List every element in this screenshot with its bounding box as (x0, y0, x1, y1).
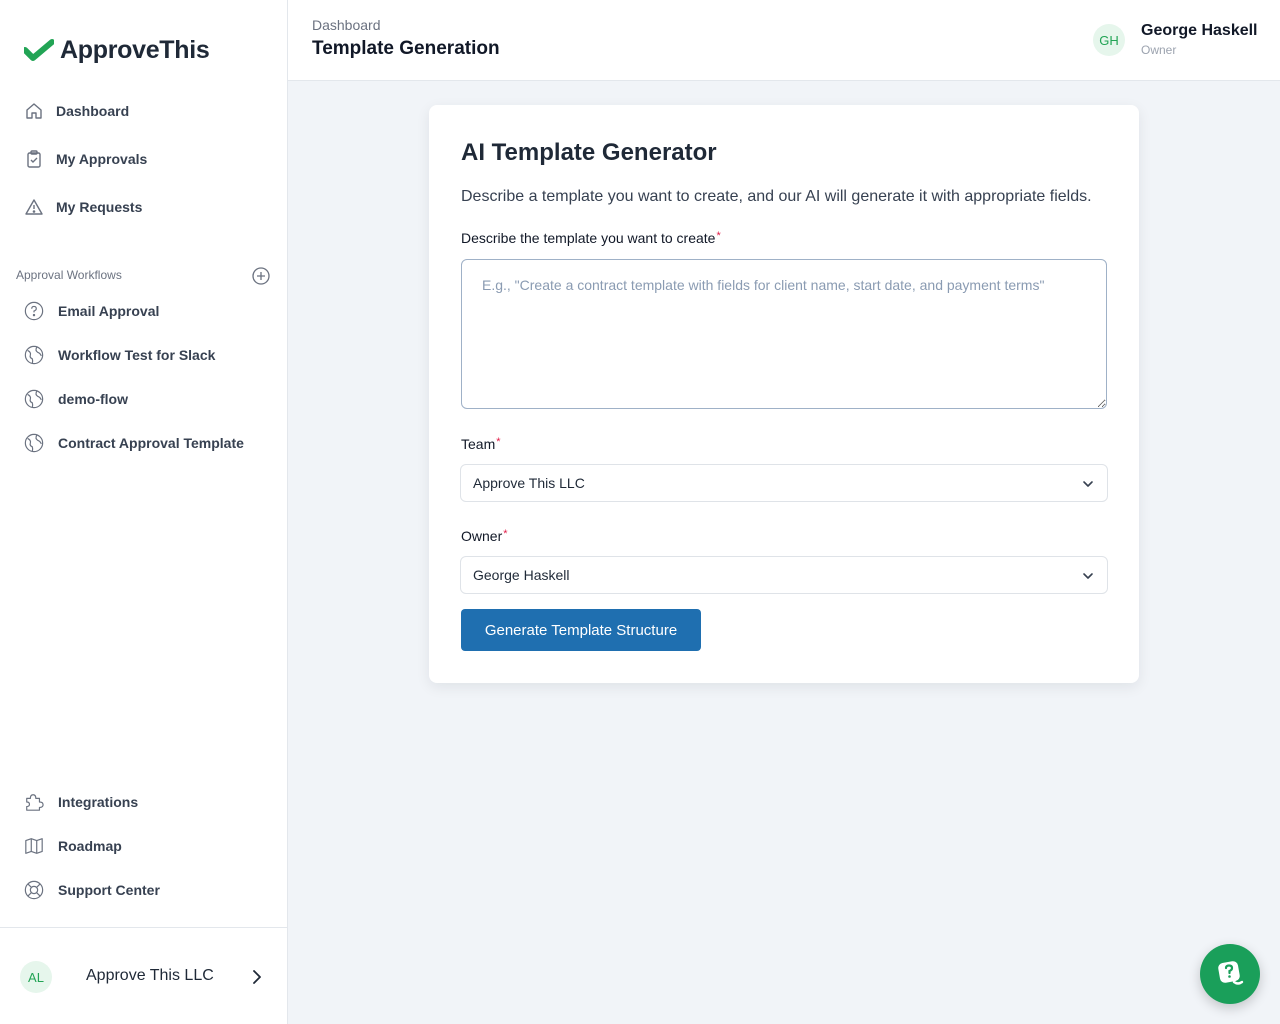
owner-select[interactable]: George Haskell (460, 556, 1108, 594)
owner-label: Owner* (461, 528, 508, 544)
required-marker: * (503, 528, 508, 540)
nav-label: Dashboard (56, 103, 130, 119)
workflow-label: Contract Approval Template (58, 435, 244, 451)
plus-circle-icon (252, 267, 270, 285)
workflow-item-contract-approval[interactable]: Contract Approval Template (24, 431, 244, 455)
workflow-label: Workflow Test for Slack (58, 347, 216, 363)
globe-icon (24, 389, 44, 409)
nav-label: Support Center (58, 882, 160, 898)
lifebuoy-icon (24, 880, 44, 900)
card-description: Describe a template you want to create, … (461, 188, 1092, 205)
nav-item-dashboard[interactable]: Dashboard (24, 99, 129, 123)
globe-icon (24, 345, 44, 365)
team-label: Team* (461, 436, 501, 452)
prompt-label: Describe the template you want to create… (461, 230, 721, 246)
required-marker: * (496, 436, 501, 448)
workflow-item-slack-test[interactable]: Workflow Test for Slack (24, 343, 215, 367)
nav-label: Integrations (58, 794, 139, 810)
breadcrumb[interactable]: Dashboard (312, 17, 381, 33)
question-circle-icon (24, 301, 44, 321)
clipboard-check-icon (24, 149, 44, 169)
template-description-input[interactable] (461, 259, 1107, 409)
owner-selected-value: George Haskell (473, 567, 570, 583)
workflow-label: Email Approval (58, 303, 160, 319)
puzzle-icon (24, 792, 44, 812)
team-select[interactable]: Approve This LLC (460, 464, 1108, 502)
nav-label: Roadmap (58, 838, 122, 854)
checkmark-logo-icon (24, 38, 54, 61)
prompt-label-text: Describe the template you want to create (461, 230, 716, 246)
globe-icon (24, 433, 44, 453)
ai-template-generator-card: AI Template Generator Describe a templat… (429, 105, 1139, 683)
team-label-text: Team (461, 436, 496, 452)
map-icon (24, 836, 44, 856)
nav-item-my-requests[interactable]: My Requests (24, 195, 142, 219)
page-title: Template Generation (312, 38, 500, 59)
chat-support-button[interactable] (1200, 944, 1260, 1004)
nav-item-support-center[interactable]: Support Center (24, 878, 160, 902)
required-marker: * (716, 230, 721, 242)
workflow-item-demo-flow[interactable]: demo-flow (24, 387, 128, 411)
chevron-right-icon (253, 970, 261, 984)
home-icon (24, 101, 44, 121)
sidebar: ApproveThis Dashboard My Approvals My Re… (0, 0, 288, 1024)
logo[interactable]: ApproveThis (24, 36, 210, 65)
user-name: George Haskell (1141, 22, 1258, 39)
card-title: AI Template Generator (461, 139, 717, 166)
user-role: Owner (1141, 43, 1177, 57)
nav-label: My Requests (56, 199, 143, 215)
org-name: Approve This LLC (86, 967, 214, 984)
top-header: Dashboard Template Generation GH George … (288, 0, 1280, 81)
team-selected-value: Approve This LLC (473, 475, 585, 491)
chevron-down-icon (1083, 481, 1093, 487)
org-avatar: AL (20, 961, 52, 993)
org-switcher[interactable]: AL Approve This LLC (0, 927, 287, 1024)
workflow-label: demo-flow (58, 391, 128, 407)
workflows-section-title: Approval Workflows (16, 268, 122, 282)
generate-template-button[interactable]: Generate Template Structure (461, 609, 701, 651)
add-workflow-button[interactable] (252, 267, 270, 285)
warning-triangle-icon (24, 197, 44, 217)
brand-name: ApproveThis (60, 36, 210, 64)
nav-label: My Approvals (56, 151, 148, 167)
nav-item-roadmap[interactable]: Roadmap (24, 834, 122, 858)
owner-label-text: Owner (461, 528, 503, 544)
user-avatar[interactable]: GH (1093, 24, 1125, 56)
workflow-item-email-approval[interactable]: Email Approval (24, 299, 159, 323)
nav-item-integrations[interactable]: Integrations (24, 790, 138, 814)
chevron-down-icon (1083, 573, 1093, 579)
nav-item-my-approvals[interactable]: My Approvals (24, 147, 147, 171)
chat-bubble-icon (1218, 961, 1244, 985)
